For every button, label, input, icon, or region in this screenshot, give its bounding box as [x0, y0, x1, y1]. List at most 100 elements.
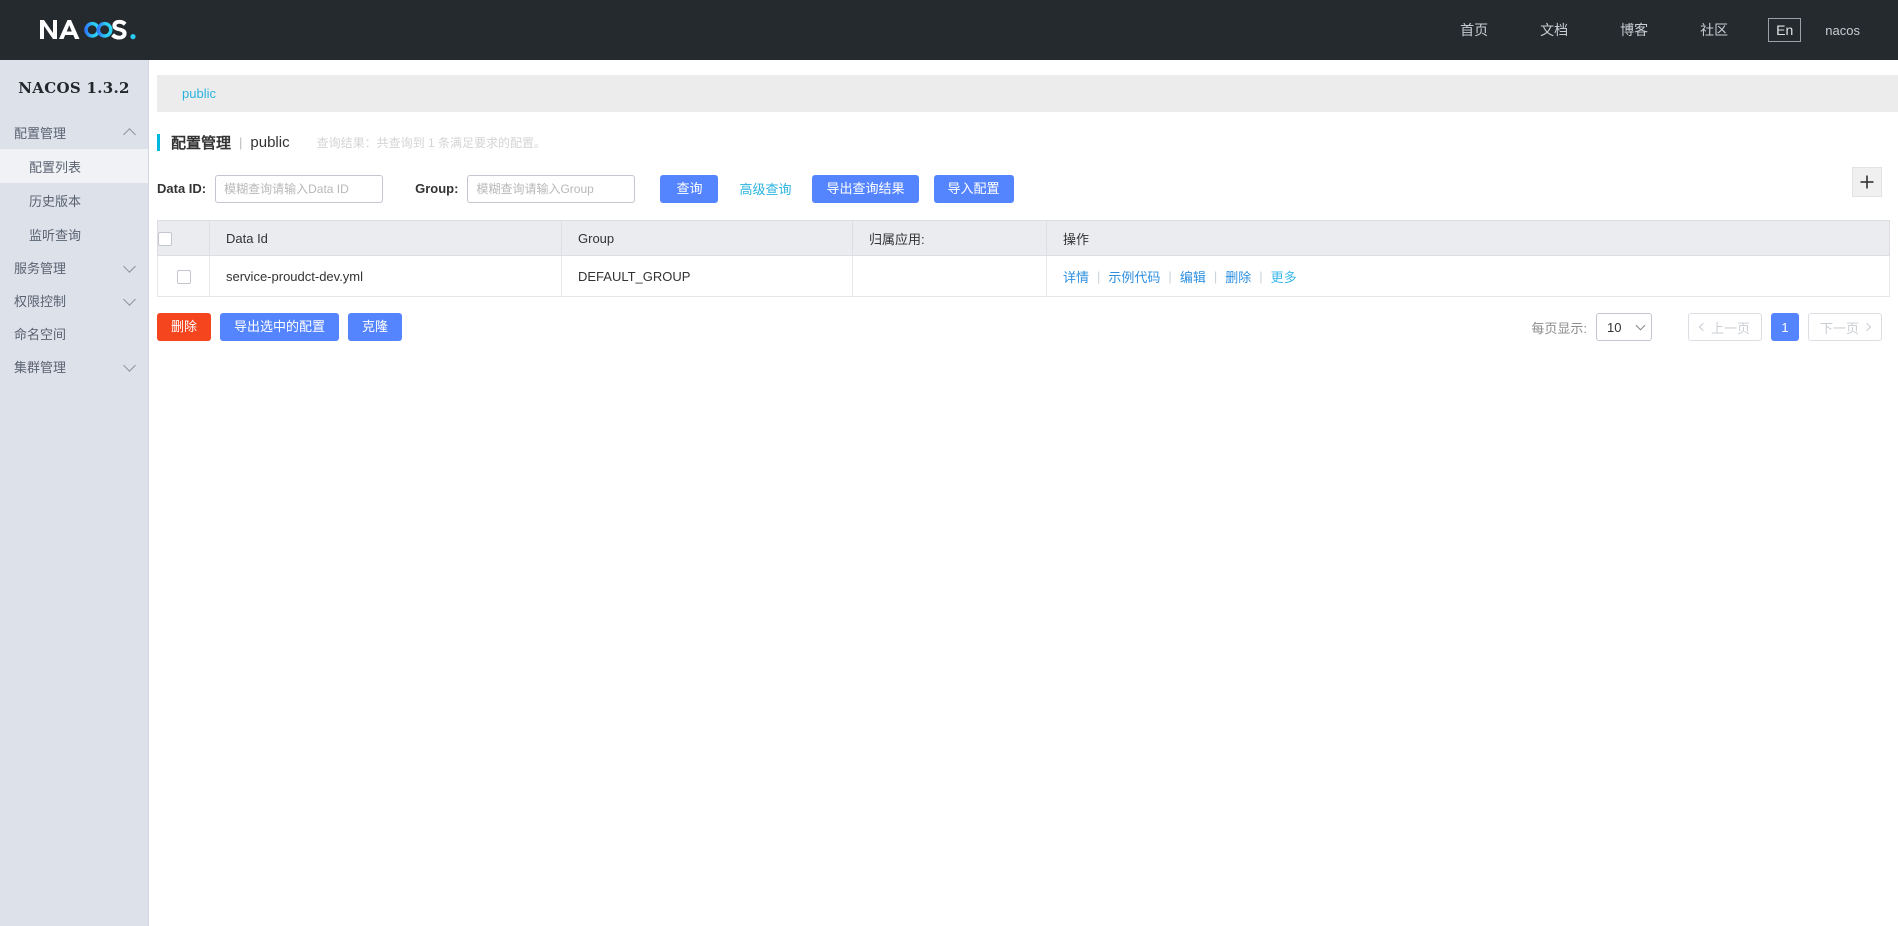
action-separator: | [1213, 268, 1218, 284]
column-header-group: Group [561, 220, 853, 256]
sidebar-group-label: 权限控制 [14, 294, 67, 309]
breadcrumb: public [157, 75, 1898, 112]
export-selected-button[interactable]: 导出选中的配置 [220, 313, 340, 341]
brand-wordmark [38, 15, 162, 45]
sidebar-group-permission-control[interactable]: 权限控制 [0, 284, 148, 317]
next-page-label: 下一页 [1819, 320, 1859, 336]
sidebar: NACOS 1.3.2 配置管理 配置列表 历史版本 监听查询 服务管理 权限控… [0, 60, 149, 926]
chevron-down-icon [123, 292, 136, 306]
cell-group: DEFAULT_GROUP [561, 255, 853, 297]
pagination: 每页显示: 10 上一页 1 下一页 [1531, 313, 1882, 341]
group-label: Group: [415, 181, 459, 196]
chevron-left-icon [1698, 322, 1708, 332]
chevron-down-icon [123, 358, 136, 372]
sidebar-item-listener-query[interactable]: 监听查询 [0, 217, 148, 251]
import-config-button[interactable]: 导入配置 [933, 174, 1014, 203]
chevron-down-icon [123, 259, 136, 273]
sidebar-item-label: 配置列表 [29, 159, 82, 175]
user-menu[interactable]: nacos [1819, 23, 1862, 38]
search-filter-row: Data ID: Group: 查询 高级查询 导出查询结果 导入配置 [157, 156, 1890, 208]
config-table-container: Data Id Group 归属应用: 操作 service-proudct-d… [157, 208, 1890, 297]
sidebar-item-namespace[interactable]: 命名空间 [0, 317, 148, 350]
nav-community[interactable]: 社区 [1674, 0, 1754, 60]
table-row: service-proudct-dev.yml DEFAULT_GROUP 详情… [157, 255, 1890, 297]
nav-blog[interactable]: 博客 [1594, 0, 1674, 60]
chevron-right-icon [1862, 322, 1872, 332]
page-size-value: 10 [1606, 319, 1622, 335]
column-header-app: 归属应用: [852, 220, 1047, 256]
nacos-logo-svg [40, 19, 136, 40]
content-area: 配置管理 | public 查询结果：共查询到 1 条满足要求的配置。 Data… [149, 112, 1898, 341]
page-title-row: 配置管理 | public 查询结果：共查询到 1 条满足要求的配置。 [157, 112, 1890, 156]
title-accent-bar [157, 134, 160, 151]
plus-icon [1860, 175, 1874, 189]
search-input-group[interactable] [467, 174, 636, 203]
table-footer: 删除 导出选中的配置 克隆 每页显示: 10 上一页 1 下一页 [157, 297, 1890, 341]
column-header-operations: 操作 [1046, 220, 1890, 256]
dataid-label: Data ID: [157, 181, 207, 196]
sidebar-group-label: 集群管理 [14, 360, 67, 375]
cell-operations: 详情 | 示例代码 | 编辑 | 删除 | 更多 [1046, 255, 1890, 297]
nav-docs[interactable]: 文档 [1514, 0, 1594, 60]
delete-selected-button[interactable]: 删除 [157, 313, 212, 341]
page-size-select[interactable]: 10 [1595, 313, 1652, 341]
clone-button[interactable]: 克隆 [348, 313, 403, 341]
select-all-checkbox[interactable] [158, 231, 172, 246]
action-sample-code[interactable]: 示例代码 [1108, 267, 1160, 286]
row-checkbox[interactable] [176, 269, 191, 284]
bulk-actions: 删除 导出选中的配置 克隆 [157, 313, 403, 341]
table-body: service-proudct-dev.yml DEFAULT_GROUP 详情… [157, 255, 1890, 297]
prev-page-label: 上一页 [1710, 320, 1750, 336]
page-namespace: public [250, 134, 290, 151]
query-result-summary: 查询结果：共查询到 1 条满足要求的配置。 [316, 136, 546, 150]
main-content: public 配置管理 | public 查询结果：共查询到 1 条满足要求的配… [149, 60, 1898, 926]
sidebar-item-history-versions[interactable]: 历史版本 [0, 183, 148, 217]
sidebar-group-label: 命名空间 [14, 327, 67, 342]
action-separator: | [1168, 268, 1172, 284]
table-header-row: Data Id Group 归属应用: 操作 [157, 220, 1890, 256]
sidebar-group-config-management[interactable]: 配置管理 [0, 116, 148, 149]
action-detail[interactable]: 详情 [1063, 267, 1089, 286]
cell-app [852, 255, 1047, 297]
page-title: 配置管理 [171, 135, 232, 152]
action-edit[interactable]: 编辑 [1180, 267, 1206, 286]
cell-dataid: service-proudct-dev.yml [209, 255, 562, 297]
sidebar-group-cluster-management[interactable]: 集群管理 [0, 350, 148, 383]
sidebar-item-label: 监听查询 [29, 227, 82, 243]
page-size-label: 每页显示: [1531, 320, 1587, 336]
row-action-links: 详情 | 示例代码 | 编辑 | 删除 | 更多 [1063, 267, 1889, 286]
config-table: Data Id Group 归属应用: 操作 service-proudct-d… [157, 220, 1890, 297]
action-separator: | [1097, 268, 1101, 284]
chevron-up-icon [123, 127, 136, 141]
nacos-logo[interactable] [38, 15, 162, 45]
sidebar-group-label: 服务管理 [14, 261, 67, 276]
next-page-button[interactable]: 下一页 [1807, 313, 1882, 341]
column-header-dataid: Data Id [209, 220, 562, 256]
query-button[interactable]: 查询 [660, 174, 719, 203]
page-number-1[interactable]: 1 [1770, 313, 1799, 341]
language-switch-button[interactable]: En [1768, 17, 1802, 43]
prev-page-button[interactable]: 上一页 [1687, 313, 1762, 341]
breadcrumb-item-public[interactable]: public [182, 86, 216, 101]
action-more[interactable]: 更多 [1271, 267, 1297, 286]
sidebar-item-config-list[interactable]: 配置列表 [0, 149, 148, 183]
sidebar-item-label: 历史版本 [29, 193, 82, 209]
action-separator: | [1259, 268, 1263, 284]
action-delete[interactable]: 删除 [1225, 267, 1251, 286]
select-all-header [157, 220, 210, 256]
export-query-result-button[interactable]: 导出查询结果 [812, 174, 919, 203]
sidebar-group-label: 配置管理 [14, 126, 67, 141]
nav-home[interactable]: 首页 [1434, 0, 1514, 60]
title-separator: | [239, 135, 243, 150]
row-select-cell [157, 255, 210, 297]
sidebar-group-service-management[interactable]: 服务管理 [0, 251, 148, 284]
top-nav-items: 首页 文档 博客 社区 En nacos [1434, 0, 1862, 60]
page-layout: NACOS 1.3.2 配置管理 配置列表 历史版本 监听查询 服务管理 权限控… [0, 60, 1898, 926]
chevron-down-icon [1635, 320, 1646, 331]
table-head: Data Id Group 归属应用: 操作 [157, 220, 1890, 256]
sidebar-version-title: NACOS 1.3.2 [18, 79, 130, 97]
add-config-button[interactable] [1852, 167, 1882, 197]
search-input-dataid[interactable] [215, 174, 384, 203]
top-navigation-bar: 首页 文档 博客 社区 En nacos [0, 0, 1898, 60]
advanced-query-link[interactable]: 高级查询 [739, 179, 791, 198]
